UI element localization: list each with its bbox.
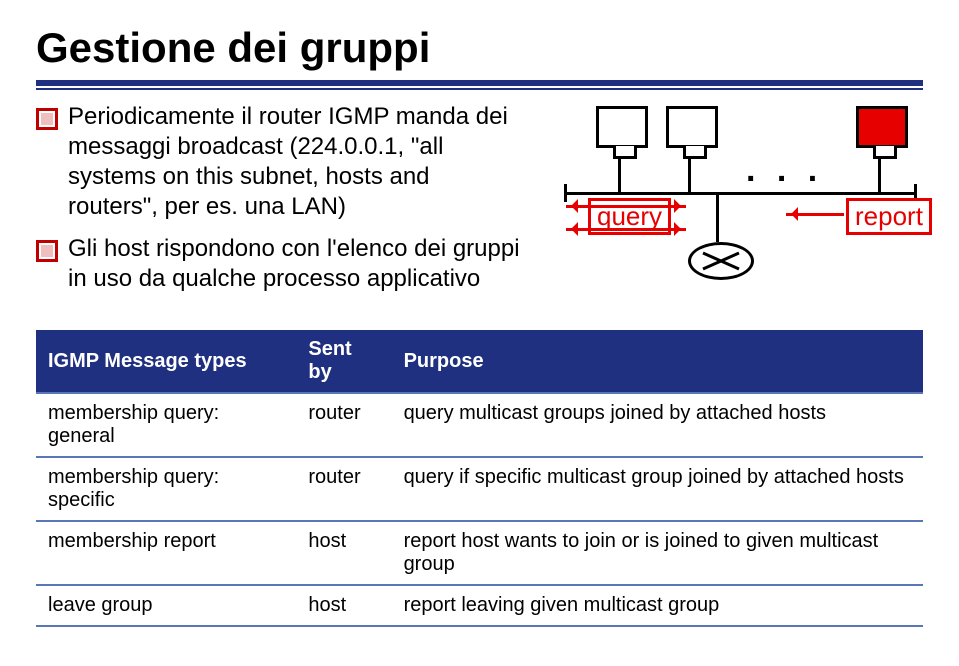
report-label: report xyxy=(846,198,932,235)
cell-purpose: query if specific multicast group joined… xyxy=(392,457,923,521)
cell-sentby: host xyxy=(296,585,391,626)
cell-type: membership report xyxy=(36,521,296,585)
table-row: membership query: specific router query … xyxy=(36,457,923,521)
cell-purpose: report host wants to join or is joined t… xyxy=(392,521,923,585)
cell-sentby: router xyxy=(296,393,391,457)
table-row: leave group host report leaving given mu… xyxy=(36,585,923,626)
table-row: membership report host report host wants… xyxy=(36,521,923,585)
link-line xyxy=(688,158,691,192)
router-link xyxy=(716,192,719,242)
cell-sentby: host xyxy=(296,521,391,585)
col-header-sentby: Sent by xyxy=(296,330,391,393)
bullet-list: Periodicamente il router IGMP manda dei … xyxy=(36,102,526,306)
list-item: Gli host rispondono con l'elenco dei gru… xyxy=(36,234,526,294)
title-rule xyxy=(36,80,923,90)
table-row: membership query: general router query m… xyxy=(36,393,923,457)
col-header-types: IGMP Message types xyxy=(36,330,296,393)
cell-type: membership query: specific xyxy=(36,457,296,521)
query-arrow xyxy=(566,228,686,231)
cell-sentby: router xyxy=(296,457,391,521)
link-line xyxy=(618,158,621,192)
cell-purpose: report leaving given multicast group xyxy=(392,585,923,626)
page-title: Gestione dei gruppi xyxy=(36,24,923,72)
query-arrow xyxy=(566,205,686,208)
ellipsis-icon: . . . xyxy=(746,151,823,190)
host-red-icon xyxy=(856,106,908,148)
igmp-message-table: IGMP Message types Sent by Purpose membe… xyxy=(36,330,923,627)
network-diagram: . . . query report xyxy=(546,102,923,312)
bus-line xyxy=(566,192,916,195)
cell-type: leave group xyxy=(36,585,296,626)
list-item: Periodicamente il router IGMP manda dei … xyxy=(36,102,526,222)
bullet-icon xyxy=(36,240,58,262)
host-icon xyxy=(596,106,648,148)
link-line xyxy=(878,158,881,192)
report-arrow xyxy=(786,213,844,216)
bullet-text: Periodicamente il router IGMP manda dei … xyxy=(68,102,526,222)
content-row: Periodicamente il router IGMP manda dei … xyxy=(36,102,923,312)
bullet-text: Gli host rispondono con l'elenco dei gru… xyxy=(68,234,526,294)
host-icon xyxy=(666,106,718,148)
col-header-purpose: Purpose xyxy=(392,330,923,393)
cell-type: membership query: general xyxy=(36,393,296,457)
router-icon xyxy=(688,242,754,280)
cell-purpose: query multicast groups joined by attache… xyxy=(392,393,923,457)
bullet-icon xyxy=(36,108,58,130)
